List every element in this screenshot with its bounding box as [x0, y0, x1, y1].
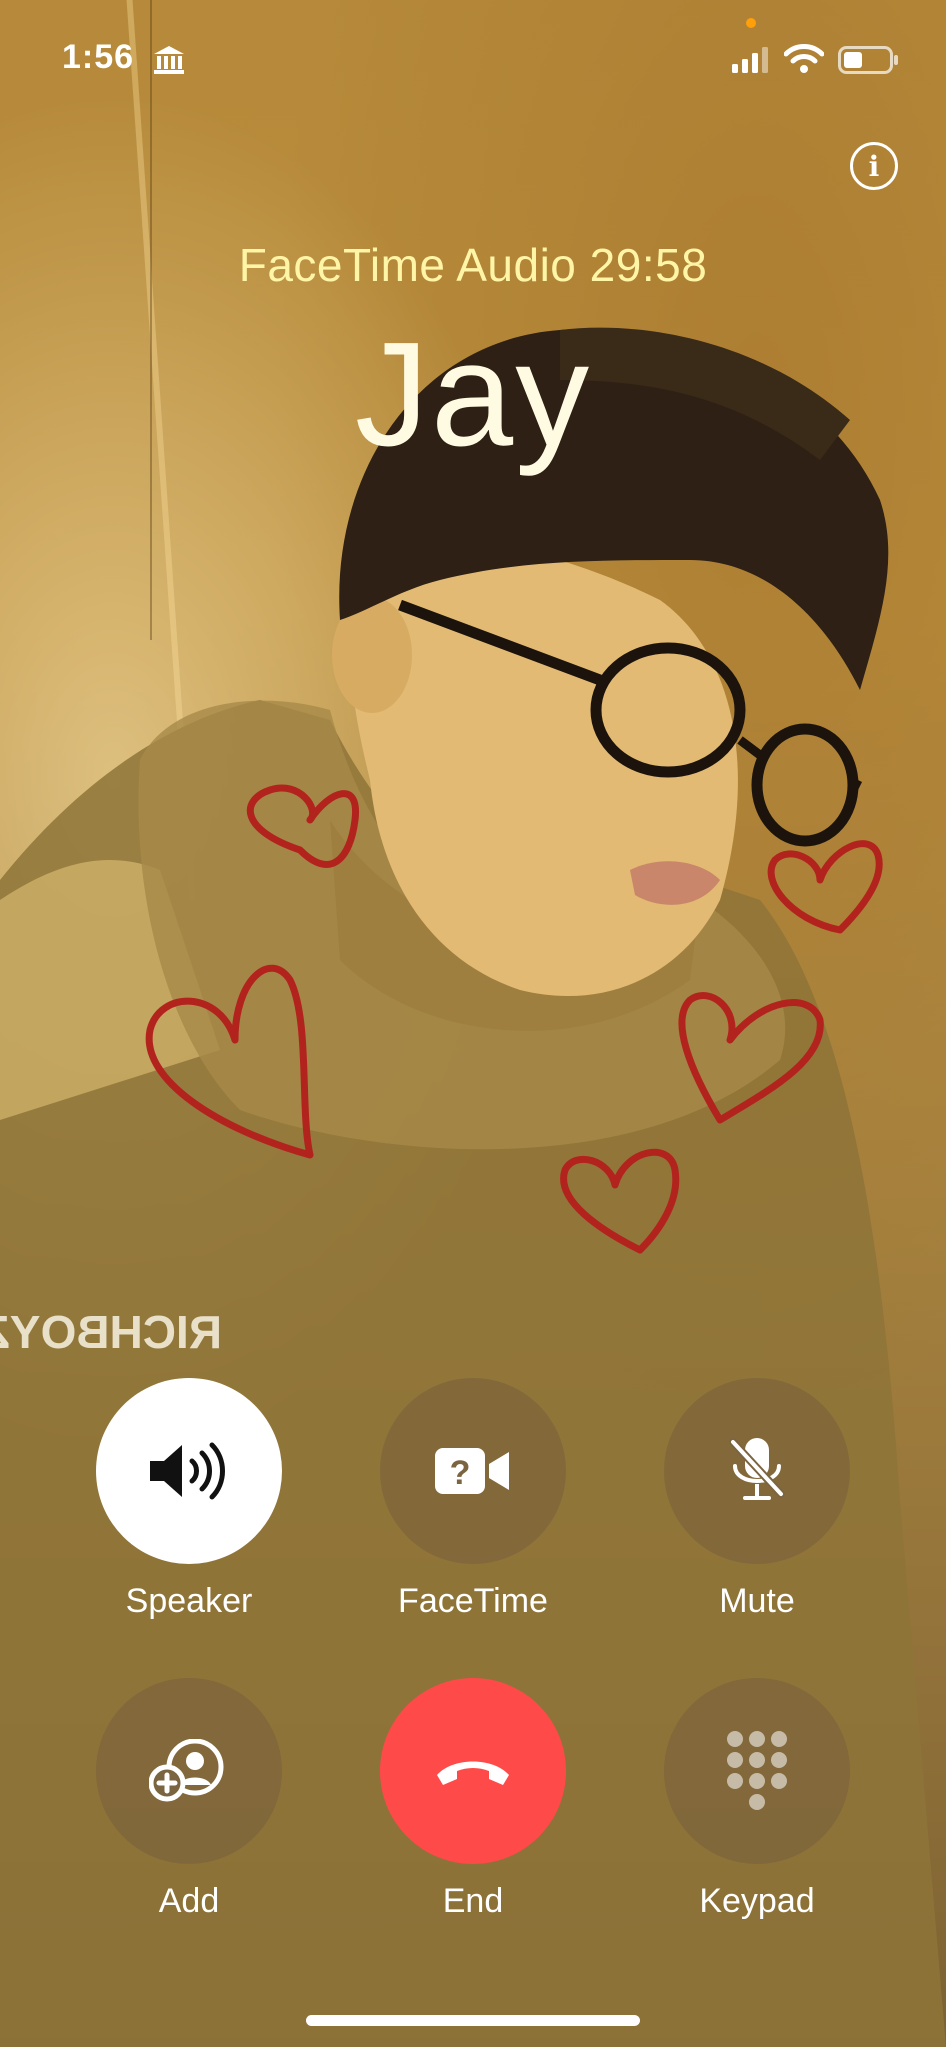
svg-text:?: ?	[450, 1454, 471, 1492]
mute-button[interactable]: Mute	[664, 1378, 850, 1621]
mute-mic-icon	[729, 1438, 785, 1500]
facetime-label: FaceTime	[398, 1582, 548, 1620]
facetime-button[interactable]: ? FaceTime	[380, 1378, 566, 1621]
facetime-video-icon: ?	[435, 1448, 509, 1494]
mute-circle[interactable]	[664, 1378, 850, 1564]
status-time: 1:56	[62, 38, 135, 76]
svg-text:RICHBOYZ: RICHBOYZ	[0, 1306, 222, 1358]
end-call-icon	[437, 1761, 509, 1785]
add-label: Add	[158, 1882, 220, 1920]
end-circle[interactable]	[380, 1678, 566, 1864]
keypad-circle[interactable]	[664, 1678, 850, 1864]
privacy-indicator-dot	[746, 18, 756, 28]
call-status: FaceTime Audio 29:58	[238, 239, 708, 291]
speaker-label: Speaker	[125, 1582, 253, 1620]
speaker-icon	[150, 1442, 225, 1500]
keypad-button[interactable]: Keypad	[664, 1678, 850, 1921]
add-circle[interactable]	[96, 1678, 282, 1864]
end-label: End	[442, 1882, 504, 1920]
info-glyph: i	[868, 149, 880, 183]
add-person-icon	[149, 1739, 224, 1802]
battery-icon	[838, 46, 900, 79]
keypad-label: Keypad	[699, 1882, 815, 1920]
wifi-icon	[783, 44, 825, 79]
speaker-circle[interactable]	[96, 1378, 282, 1564]
home-indicator[interactable]	[306, 2015, 640, 2026]
add-button[interactable]: Add	[96, 1678, 282, 1921]
mute-label: Mute	[719, 1582, 795, 1620]
info-icon[interactable]: i	[850, 142, 898, 190]
facetime-circle[interactable]: ?	[380, 1378, 566, 1564]
cellular-signal-icon	[732, 47, 772, 78]
caller-name: Jay	[354, 312, 592, 477]
end-call-button[interactable]: End	[380, 1678, 566, 1921]
bank-icon	[152, 44, 186, 81]
facetime-call-screen: RICHBOYZ 1:56 i FaceTime Audio 29:58 Jay…	[0, 0, 946, 2047]
speaker-button[interactable]: Speaker	[96, 1378, 282, 1621]
status-bar: 1:56	[0, 0, 946, 120]
keypad-icon	[727, 1731, 787, 1810]
